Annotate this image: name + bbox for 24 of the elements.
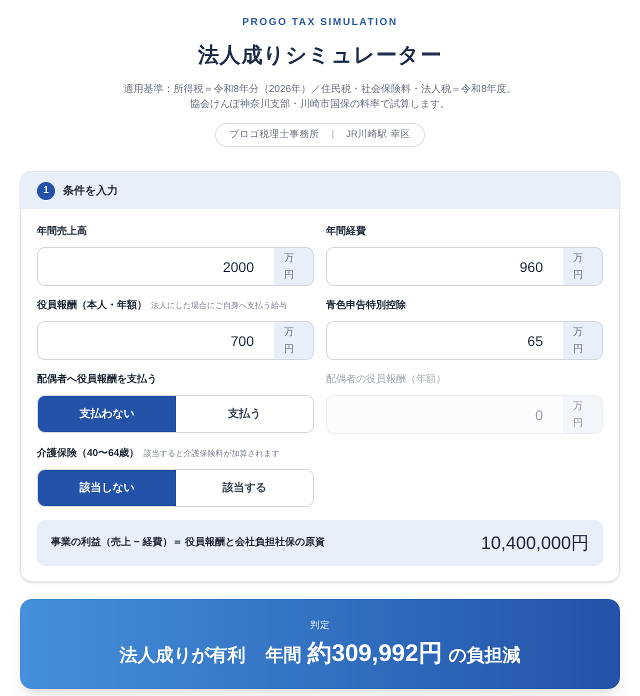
field-label: 介護保険（40〜64歳） (37, 447, 140, 461)
field-label: 配偶者へ役員報酬を支払う (37, 373, 157, 387)
field-label: 年間経費 (326, 225, 366, 239)
section-title: 条件を入力 (63, 184, 118, 198)
field-label: 年間売上高 (37, 225, 87, 239)
page-title: 法人成りシミュレーター (198, 43, 442, 69)
note-text: 協会けんぽ神奈川支部・川崎市国保の料率で試算します。 (190, 98, 450, 112)
field-label: 配偶者の役員報酬（年額） (326, 373, 446, 387)
field-label: 役員報酬（本人・年額） (37, 299, 147, 313)
separator-text: | (332, 128, 334, 142)
option-button[interactable]: 支払わない (38, 396, 176, 432)
profit-value: 10,400,000円 (480, 532, 589, 555)
office-name: プロゴ税理士事務所 (230, 128, 320, 142)
field-label: 青色申告特別控除 (326, 299, 406, 313)
option-button[interactable]: 該当しない (38, 470, 176, 506)
result-label: 判定 (310, 618, 330, 632)
field-hint: 法人にした場合にご自身へ支払う給与 (151, 300, 287, 312)
office-location: JR川崎駅 幸区 (346, 128, 410, 142)
eyebrow-text: PROGO TAX SIMULATION (242, 16, 398, 30)
profit-label: 事業の利益（売上 − 経費）＝ 役員報酬と会社負担社保の原資 (51, 536, 326, 550)
result-headline: 法人成りが有利 年間 約309,992円 の負担減 (120, 638, 520, 668)
step-number: 1 (37, 182, 55, 200)
note-text: 適用基準：所得税＝令和8年分（2026年）／住民税・社会保険料・法人税＝令和8年度。 (123, 82, 517, 97)
field-hint: 該当すると介護保険料が加算されます (143, 448, 280, 460)
